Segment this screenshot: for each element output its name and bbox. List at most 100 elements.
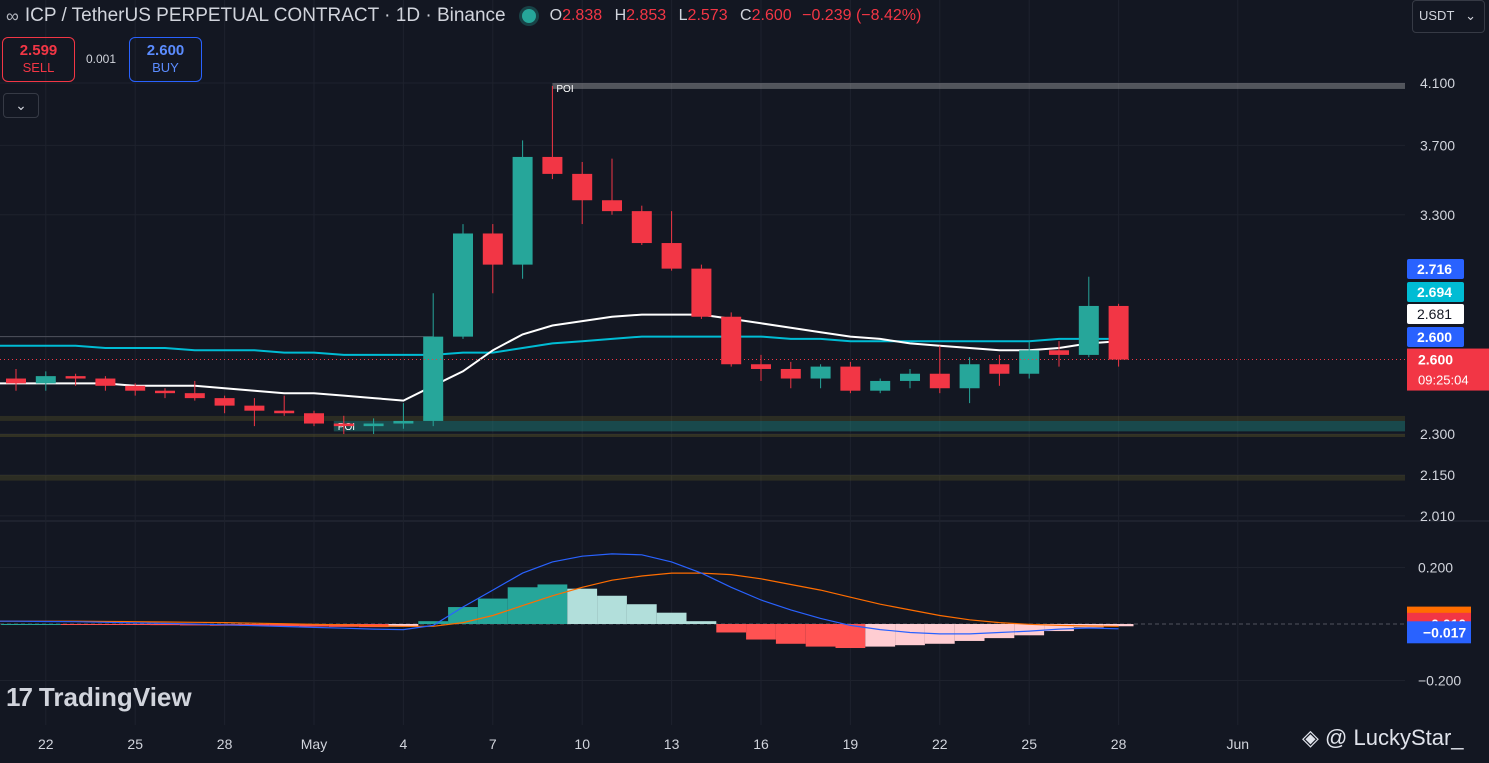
time-tick-label: 25 <box>127 736 143 752</box>
watermark: ◈ @ LuckyStar_ <box>1302 725 1464 750</box>
candle-body <box>780 368 801 379</box>
tradingview-mark-icon: 17 <box>6 682 33 712</box>
chart-canvas[interactable]: POIPOI4.1003.7003.3002.3002.1502.0102.71… <box>0 0 1489 763</box>
spread-value: 0.001 <box>86 52 117 66</box>
candle-body <box>184 393 205 399</box>
candle <box>95 376 116 391</box>
candle <box>1078 276 1099 358</box>
candle <box>840 361 861 394</box>
candle <box>1049 341 1069 367</box>
macd-histogram-bar <box>30 624 61 625</box>
macd-histogram-bar <box>835 624 866 649</box>
buy-button[interactable]: 2.600 BUY <box>129 37 202 82</box>
macd-histogram-bar <box>716 624 747 633</box>
candle-body <box>244 405 265 411</box>
candle-body <box>1078 305 1099 355</box>
time-tick-label: 16 <box>753 736 769 752</box>
candle-body <box>333 423 354 427</box>
macd-histogram-bar <box>567 588 598 624</box>
tradingview-logo[interactable]: 17 TradingView <box>6 682 192 713</box>
macd-histogram-bar <box>626 604 657 624</box>
price-tick-label: 2.010 <box>1420 508 1455 524</box>
macd-histogram-bar <box>865 624 896 647</box>
candle <box>602 158 622 215</box>
poi-zone <box>333 420 1405 432</box>
poi-label: POI <box>556 84 573 95</box>
price-tick-label: 3.700 <box>1420 137 1455 153</box>
macd-histogram-bar <box>746 624 776 640</box>
candle <box>870 378 891 394</box>
candle-body <box>453 233 473 337</box>
candle <box>274 395 295 416</box>
candle-body <box>602 200 622 212</box>
macd-histogram-bar <box>1 624 31 625</box>
candle-body <box>35 376 56 384</box>
candle-body <box>631 211 652 244</box>
buy-label: BUY <box>152 60 179 75</box>
price-tick-label: 4.100 <box>1420 75 1455 91</box>
poi-zone <box>552 83 1405 89</box>
symbol-title[interactable]: ICP / TetherUS PERPETUAL CONTRACT · 1D ·… <box>25 5 506 27</box>
price-tick-label: 2.300 <box>1420 426 1455 442</box>
macd-histogram-bar <box>984 624 1015 639</box>
macd-histogram-bar <box>954 624 985 641</box>
candle-body <box>95 378 116 386</box>
last-price-text: 2.600 <box>1418 352 1453 368</box>
candle-body <box>929 373 950 389</box>
currency-value: USDT <box>1419 8 1455 23</box>
time-tick-label: 7 <box>489 736 497 752</box>
macd-label-text: −0.017 <box>1423 624 1466 640</box>
currency-selector[interactable]: USDT ⌄ <box>1412 0 1485 33</box>
candle <box>631 205 652 245</box>
candle <box>691 264 712 319</box>
candle <box>512 140 533 279</box>
poi-zone <box>0 434 1405 437</box>
candle-body <box>512 156 533 265</box>
candle <box>184 380 205 401</box>
candle-body <box>6 378 26 384</box>
chevron-down-icon[interactable]: ⌄ <box>3 93 39 118</box>
chart-header: ∞ ICP / TetherUS PERPETUAL CONTRACT · 1D… <box>6 4 921 28</box>
poi-zone <box>0 474 1405 481</box>
macd-histogram-bar <box>805 624 836 647</box>
countdown-text: 09:25:04 <box>1418 373 1469 388</box>
sell-button[interactable]: 2.599 SELL <box>2 37 75 82</box>
time-tick-label: Jun <box>1227 736 1250 752</box>
time-tick-label: 25 <box>1021 736 1037 752</box>
candle <box>1108 303 1129 367</box>
candle <box>542 85 563 180</box>
candle-body <box>542 156 563 174</box>
time-tick-label: 22 <box>932 736 948 752</box>
ma-fast-line <box>0 313 1119 402</box>
candle <box>155 388 175 399</box>
candle-body <box>1019 350 1040 374</box>
time-tick-label: 28 <box>1111 736 1127 752</box>
chevron-down-icon: ⌄ <box>1465 8 1476 23</box>
candle <box>751 354 771 381</box>
candle <box>482 224 503 294</box>
sell-price: 2.599 <box>19 42 58 59</box>
macd-histogram-bar <box>537 584 568 624</box>
candle <box>810 364 831 389</box>
candle-body <box>393 420 414 424</box>
candle <box>6 368 26 391</box>
time-tick-label: 19 <box>843 736 859 752</box>
macd-histogram-bar <box>895 624 925 646</box>
candle <box>929 345 950 394</box>
time-tick-label: 22 <box>38 736 54 752</box>
candle <box>214 395 235 414</box>
time-tick-label: 13 <box>664 736 680 752</box>
macd-histogram-bar <box>418 621 449 624</box>
price-tick-label: 2.150 <box>1420 467 1455 483</box>
candle-body <box>155 390 175 394</box>
candle-body <box>214 398 235 406</box>
change-readout: −0.239 (−8.42%) <box>802 7 922 24</box>
macd-tick-label: −0.200 <box>1418 673 1461 689</box>
time-tick-label: 4 <box>400 736 408 752</box>
candle-body <box>691 268 712 317</box>
candle-body <box>65 376 86 379</box>
time-tick-label: May <box>301 736 327 752</box>
buy-price: 2.600 <box>146 42 185 59</box>
candle-body <box>363 423 384 427</box>
macd-tick-label: 0.200 <box>1418 560 1453 576</box>
